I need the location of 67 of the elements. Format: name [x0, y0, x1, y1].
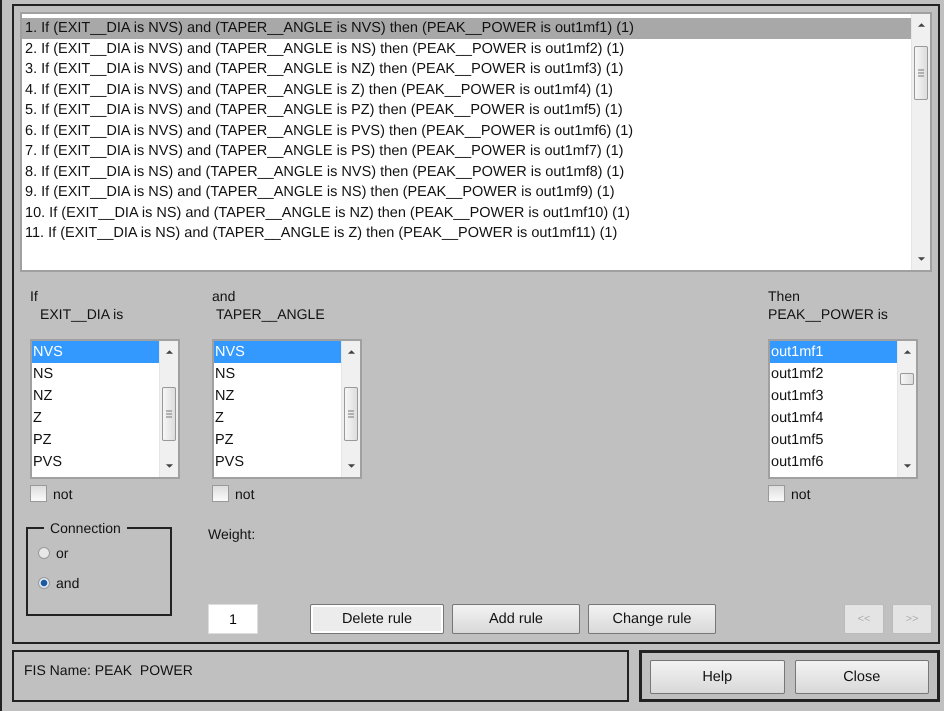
radio-button[interactable]	[38, 577, 50, 589]
list-item[interactable]: NS	[32, 362, 159, 385]
footer-button[interactable]: Close	[794, 660, 929, 694]
scroll-thumb[interactable]	[914, 46, 928, 100]
weight-field[interactable]: 1	[208, 604, 258, 634]
rule-item[interactable]: 4. If (EXIT__DIA is NVS) and (TAPER__ANGLE is Z) then (PEAK__POWER is out1mf4) (1)	[22, 80, 911, 100]
rule-item[interactable]: 6. If (EXIT__DIA is NVS) and (TAPER__ANGLE is PVS) then (PEAK__POWER is out1mf6) (1)	[22, 120, 911, 141]
scroll-up-icon[interactable]	[164, 348, 174, 355]
group-title: Connection	[49, 520, 122, 536]
scroll-down-icon[interactable]	[346, 463, 356, 469]
scroll-up-icon[interactable]	[346, 348, 356, 355]
rule-item[interactable]: 9. If (EXIT__DIA is NS) and (TAPER__ANGLE is NS) then (PEAK__POWER is out1mf9) (1)	[22, 182, 911, 202]
scroll-down-icon[interactable]	[916, 256, 926, 262]
checkbox[interactable]	[768, 485, 785, 502]
list-item[interactable]: PZ	[214, 428, 341, 451]
action-button[interactable]: Change rule	[588, 604, 716, 634]
caption-label: and	[212, 288, 236, 306]
scroll-thumb[interactable]	[344, 386, 358, 441]
list-item[interactable]: out1mf5	[770, 428, 897, 451]
scroll-down-icon[interactable]	[902, 463, 912, 469]
action-button[interactable]: Delete rule	[310, 604, 444, 634]
list-item[interactable]: Z	[214, 406, 341, 429]
checkbox[interactable]	[212, 485, 229, 502]
checkbox[interactable]	[30, 485, 47, 502]
list-item[interactable]: out1mf4	[770, 406, 897, 429]
radio-label: or	[56, 545, 68, 561]
weight-label: Weight:	[208, 526, 256, 542]
list-item[interactable]: PVS	[32, 450, 159, 473]
rule-item[interactable]: 2. If (EXIT__DIA is NVS) and (TAPER__ANGLE is NS) then (PEAK__POWER is out1mf2) (1)	[22, 38, 911, 59]
scroll-thumb[interactable]	[900, 372, 914, 385]
scrollbar[interactable]	[159, 340, 178, 477]
list-item[interactable]: NZ	[32, 384, 159, 407]
list-item[interactable]: PZ	[32, 428, 159, 451]
list-item[interactable]: out1mf6	[770, 450, 897, 473]
caption-label: If	[30, 288, 39, 306]
rule-item[interactable]: 1. If (EXIT__DIA is NVS) and (TAPER__ANGLE is NVS) then (PEAK__POWER is out1mf1) (1)	[22, 18, 911, 38]
variable-label: EXIT__DIA is	[39, 306, 124, 324]
action-button[interactable]: Add rule	[452, 604, 580, 634]
caption-label: Then	[768, 288, 801, 306]
rule-item[interactable]: 11. If (EXIT__DIA is NS) and (TAPER__ANGLE is Z) then (PEAK__POWER is out1mf11) (1)	[22, 223, 911, 244]
list-item[interactable]: out1mf2	[770, 362, 897, 385]
list-item[interactable]: Z	[32, 406, 159, 429]
checkbox-label: not	[791, 486, 810, 502]
rule-item[interactable]: 3. If (EXIT__DIA is NVS) and (TAPER__ANGLE is NZ) then (PEAK__POWER is out1mf3) (1)	[22, 59, 911, 80]
list-item[interactable]: NS	[214, 362, 341, 385]
scrollbar[interactable]	[341, 340, 360, 477]
list-item[interactable]: NZ	[214, 384, 341, 407]
list-item[interactable]: PVS	[214, 450, 341, 473]
footer-button[interactable]: Help	[650, 660, 784, 694]
fis-name-text: FIS Name: PEAK POWER	[24, 662, 193, 678]
variable-label: PEAK__POWER is	[768, 306, 889, 324]
rule-item[interactable]: 5. If (EXIT__DIA is NVS) and (TAPER__ANGLE is PZ) then (PEAK__POWER is out1mf5) (1)	[22, 100, 911, 120]
scrollbar[interactable]	[897, 340, 916, 477]
rule-item[interactable]: 10. If (EXIT__DIA is NS) and (TAPER__ANGLE is NZ) then (PEAK__POWER is out1mf10) (1)	[22, 202, 911, 223]
scroll-up-icon[interactable]	[916, 22, 926, 28]
checkbox-label: not	[235, 486, 254, 502]
list-item[interactable]: out1mf3	[770, 384, 897, 407]
radio-label: and	[56, 575, 80, 591]
scroll-thumb[interactable]	[162, 386, 176, 441]
variable-label: TAPER__ANGLE	[215, 306, 326, 324]
radio-button[interactable]	[38, 547, 50, 559]
rule-item[interactable]: 8. If (EXIT__DIA is NS) and (TAPER__ANGLE is NVS) then (PEAK__POWER is out1mf8) (1)	[22, 162, 911, 182]
scroll-down-icon[interactable]	[164, 463, 174, 469]
scroll-up-icon[interactable]	[902, 348, 912, 355]
rule-item[interactable]: 7. If (EXIT__DIA is NVS) and (TAPER__ANGLE is PS) then (PEAK__POWER is out1mf7) (1)	[22, 141, 911, 162]
scrollbar[interactable]	[911, 14, 930, 270]
checkbox-label: not	[53, 486, 72, 502]
